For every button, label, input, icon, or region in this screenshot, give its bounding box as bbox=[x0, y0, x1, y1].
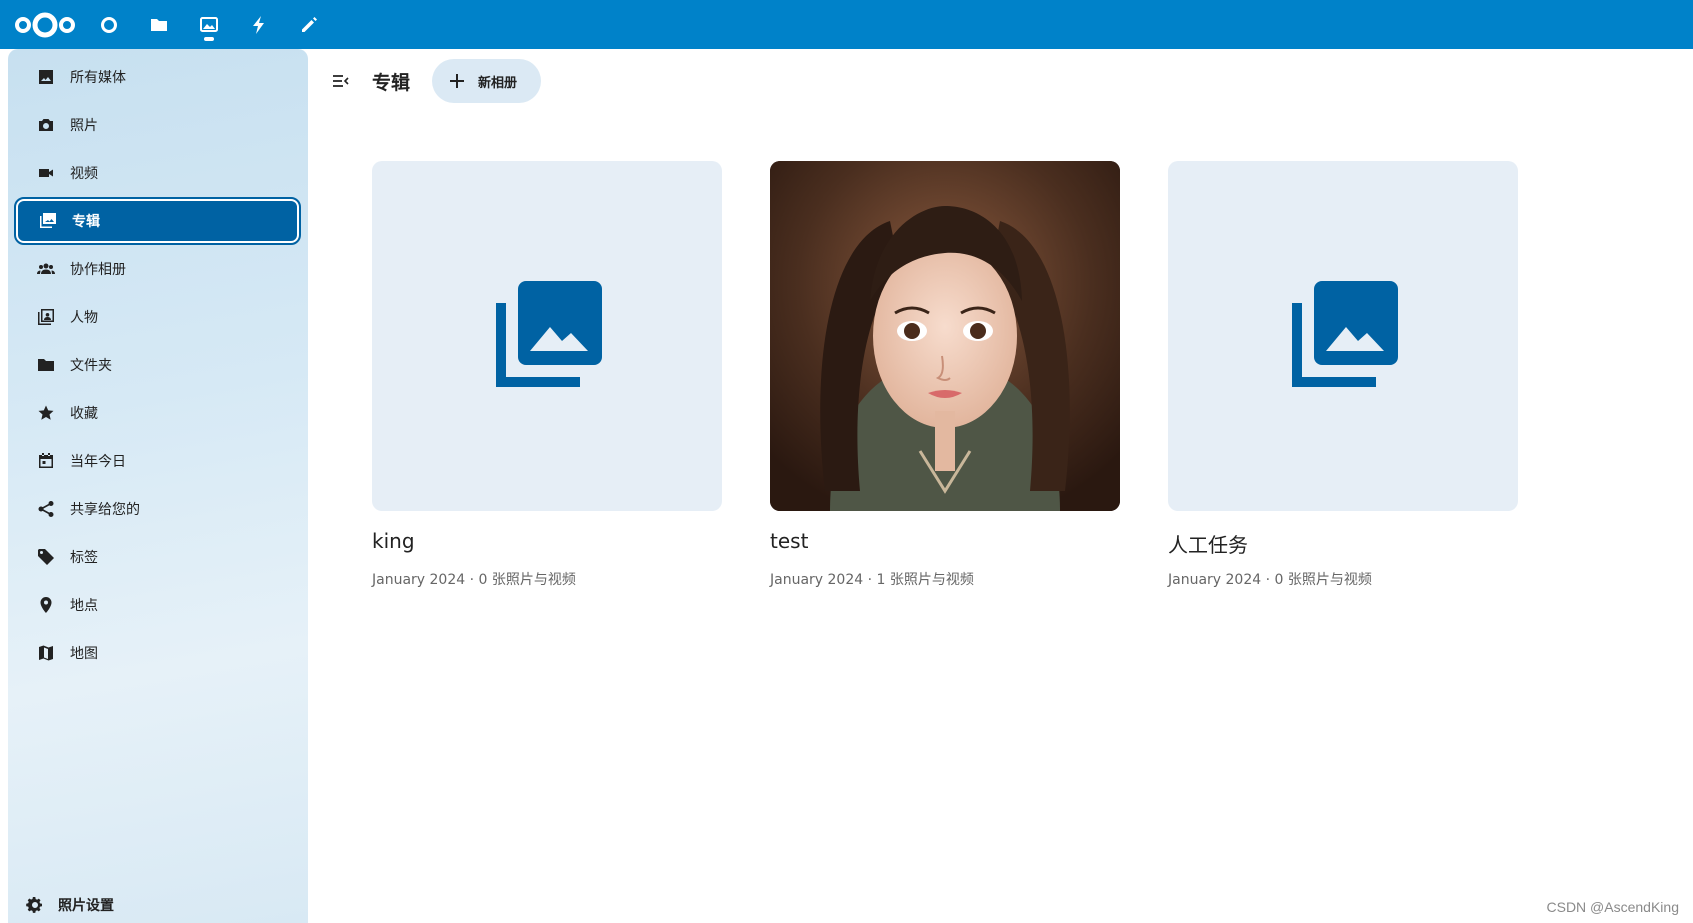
album-placeholder-icon bbox=[496, 281, 602, 387]
sidebar-item-label: 照片 bbox=[70, 118, 98, 134]
sidebar-item-label: 人物 bbox=[70, 310, 98, 326]
pencil-icon[interactable] bbox=[292, 8, 326, 42]
album-card[interactable]: king January 2024 · 0 张照片与视频 bbox=[372, 161, 722, 589]
camera-icon bbox=[35, 114, 57, 136]
sidebar-item-tags[interactable]: 标签 bbox=[16, 535, 299, 579]
bolt-icon[interactable] bbox=[242, 8, 276, 42]
map-icon bbox=[35, 642, 57, 664]
calendar-icon bbox=[35, 450, 57, 472]
sidebar-item-places[interactable]: 地点 bbox=[16, 583, 299, 627]
sidebar-item-label: 专辑 bbox=[72, 214, 100, 230]
sidebar-item-label: 当年今日 bbox=[70, 454, 126, 470]
sidebar-item-label: 收藏 bbox=[70, 406, 98, 422]
dashboard-app-icon[interactable] bbox=[92, 8, 126, 42]
album-cover-placeholder[interactable] bbox=[1168, 161, 1518, 511]
album-meta: January 2024 · 1 张照片与视频 bbox=[770, 572, 974, 588]
settings-label: 照片设置 bbox=[58, 898, 114, 914]
star-icon bbox=[35, 402, 57, 424]
active-app-indicator bbox=[204, 37, 214, 41]
portrait-photo bbox=[770, 161, 1120, 511]
new-album-button[interactable]: 新相册 bbox=[432, 59, 541, 103]
share-icon bbox=[35, 498, 57, 520]
photos-settings-button[interactable]: 照片设置 bbox=[26, 895, 114, 915]
folder-icon bbox=[35, 354, 57, 376]
sidebar-item-folders[interactable]: 文件夹 bbox=[16, 343, 299, 387]
files-app-icon[interactable] bbox=[142, 8, 176, 42]
album-cover-image[interactable] bbox=[770, 161, 1120, 511]
watermark-text: CSDN @AscendKing bbox=[1546, 899, 1680, 915]
album-card[interactable]: 人工任务 January 2024 · 0 张照片与视频 bbox=[1168, 161, 1518, 589]
nextcloud-logo-icon[interactable] bbox=[14, 10, 76, 40]
navigation-sidebar: 所有媒体 照片 视频 专辑 协作相册 人物 文件夹 收藏 当年今日 共享给您的 … bbox=[8, 49, 308, 923]
album-cover-placeholder[interactable] bbox=[372, 161, 722, 511]
new-album-label: 新相册 bbox=[478, 75, 518, 91]
person-book-icon bbox=[35, 306, 57, 328]
page-title: 专辑 bbox=[372, 72, 411, 94]
tag-icon bbox=[35, 546, 57, 568]
sidebar-item-albums[interactable]: 专辑 bbox=[14, 197, 301, 245]
menu-collapse-icon bbox=[333, 75, 349, 87]
album-name[interactable]: 人工任务 bbox=[1168, 529, 1518, 557]
photos-app-icon[interactable] bbox=[192, 8, 226, 42]
album-name[interactable]: king bbox=[372, 529, 722, 557]
plus-icon bbox=[450, 74, 464, 88]
album-placeholder-icon bbox=[1292, 281, 1398, 387]
sidebar-item-label: 地点 bbox=[70, 598, 98, 614]
sidebar-item-label: 视频 bbox=[70, 166, 98, 182]
sidebar-item-label: 文件夹 bbox=[70, 358, 112, 374]
video-icon bbox=[35, 162, 57, 184]
sidebar-item-label: 地图 bbox=[70, 646, 98, 662]
image-icon bbox=[35, 66, 57, 88]
sidebar-item-people[interactable]: 人物 bbox=[16, 295, 299, 339]
sidebar-item-photos[interactable]: 照片 bbox=[16, 103, 299, 147]
album-icon bbox=[37, 210, 59, 232]
top-app-bar bbox=[0, 0, 1693, 49]
sidebar-item-on-this-day[interactable]: 当年今日 bbox=[16, 439, 299, 483]
sidebar-item-favorites[interactable]: 收藏 bbox=[16, 391, 299, 435]
sidebar-item-label: 协作相册 bbox=[70, 262, 126, 278]
sidebar-item-label: 共享给您的 bbox=[70, 502, 140, 518]
people-icon bbox=[35, 258, 57, 280]
sidebar-item-shared-albums[interactable]: 协作相册 bbox=[16, 247, 299, 291]
sidebar-item-label: 所有媒体 bbox=[70, 70, 126, 86]
map-pin-icon bbox=[35, 594, 57, 616]
sidebar-item-label: 标签 bbox=[70, 550, 98, 566]
sidebar-item-map[interactable]: 地图 bbox=[16, 631, 299, 675]
album-meta: January 2024 · 0 张照片与视频 bbox=[1168, 572, 1372, 588]
sidebar-item-shared-with-you[interactable]: 共享给您的 bbox=[16, 487, 299, 531]
gear-icon bbox=[26, 897, 42, 913]
album-name[interactable]: test bbox=[770, 529, 1120, 557]
sidebar-item-all-media[interactable]: 所有媒体 bbox=[16, 55, 299, 99]
album-card[interactable]: test January 2024 · 1 张照片与视频 bbox=[770, 161, 1120, 589]
album-meta: January 2024 · 0 张照片与视频 bbox=[372, 572, 576, 588]
toggle-navigation-button[interactable] bbox=[330, 70, 352, 92]
sidebar-item-videos[interactable]: 视频 bbox=[16, 151, 299, 195]
